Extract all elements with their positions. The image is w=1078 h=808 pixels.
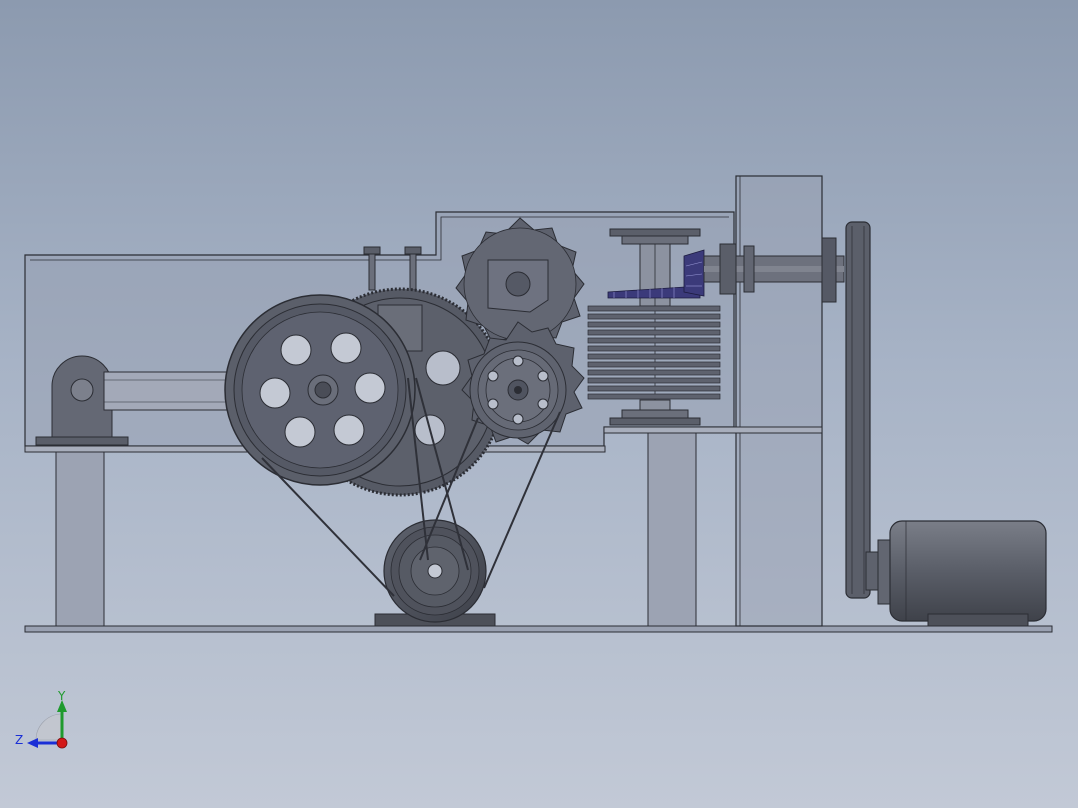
y-axis-label: Y (57, 689, 66, 703)
z-arrow-icon (27, 738, 38, 748)
z-axis-label: Z (15, 733, 23, 747)
left-leg (55, 449, 105, 627)
tower-shelf (603, 426, 823, 434)
right-belt-drive (845, 221, 871, 599)
main-pulley (224, 294, 416, 486)
cad-viewport[interactable]: Y Z (0, 0, 1078, 808)
axis-triad: Y Z (15, 689, 68, 749)
x-axis-dot (56, 737, 68, 749)
right-leg (647, 429, 697, 627)
base-plate (24, 625, 1053, 633)
electric-motor (865, 520, 1047, 627)
drive-pulley (374, 519, 496, 627)
tower-housing (735, 175, 823, 627)
machine-assembly-drawing: Y Z (15, 175, 1053, 749)
